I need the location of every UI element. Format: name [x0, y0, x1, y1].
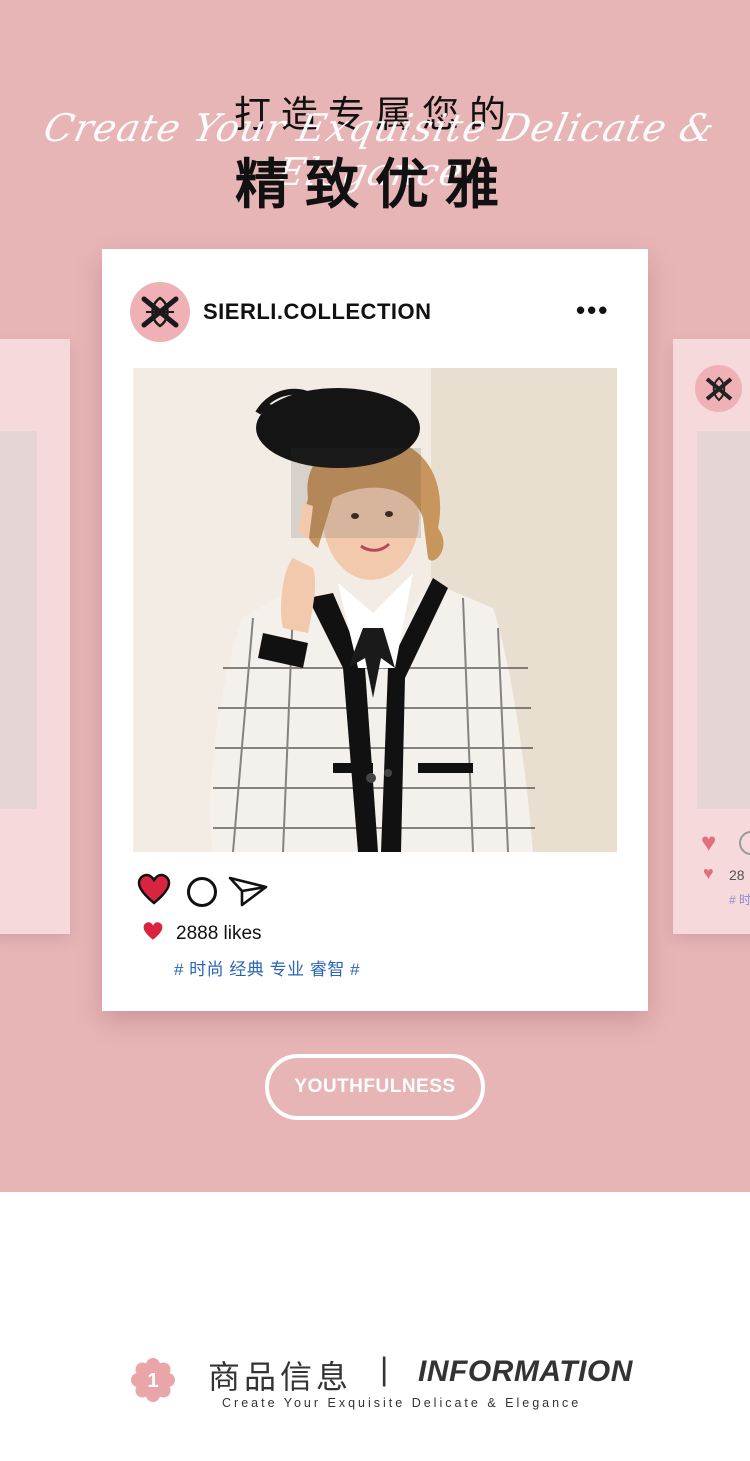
badge-number: 1 — [147, 1370, 158, 1392]
hero-title-line2: 精致优雅 — [235, 153, 515, 216]
youthfulness-button[interactable]: YOUTHFULNESS — [265, 1054, 485, 1120]
info-separator: | — [380, 1351, 389, 1387]
post-photo — [133, 368, 617, 852]
heart-icon — [143, 922, 163, 940]
info-title-cn: 商品信息 — [208, 1358, 353, 1396]
brand-logo-icon — [141, 296, 179, 328]
comment-icon[interactable] — [187, 877, 217, 907]
comment-icon — [739, 831, 750, 855]
heart-icon[interactable] — [137, 873, 171, 905]
side-card-left[interactable] — [0, 339, 70, 934]
send-icon[interactable] — [228, 875, 268, 907]
post-tags[interactable]: # 时尚 经典 专业 睿智 # — [174, 955, 360, 980]
heart-icon: ♥ — [703, 863, 714, 883]
side-likes-count: 28 — [729, 867, 745, 883]
info-subtitle: Create Your Exquisite Delicate & Eleganc… — [222, 1396, 582, 1410]
info-title-en: INFORMATION — [418, 1355, 633, 1388]
account-handle[interactable]: SIERLI.COLLECTION — [203, 299, 432, 325]
hero-banner: 打造专属您的 Create Your Exquisite Delicate & … — [0, 0, 750, 1192]
side-tags: # 时 — [729, 893, 750, 907]
post-card: SIERLI.COLLECTION ••• 2888 likes # 时尚 经典… — [102, 249, 648, 1011]
side-card-right-photo — [697, 431, 750, 809]
heart-icon: ♥ — [701, 827, 717, 857]
more-icon[interactable]: ••• — [576, 295, 609, 326]
flower-badge-icon: 1 — [131, 1358, 175, 1402]
brand-logo-icon — [695, 365, 742, 412]
side-card-left-photo — [0, 431, 37, 809]
avatar[interactable] — [130, 282, 190, 342]
side-card-right[interactable]: ♥ ♥ 28 # 时 — [673, 339, 750, 934]
likes-count: 2888 likes — [176, 923, 262, 944]
